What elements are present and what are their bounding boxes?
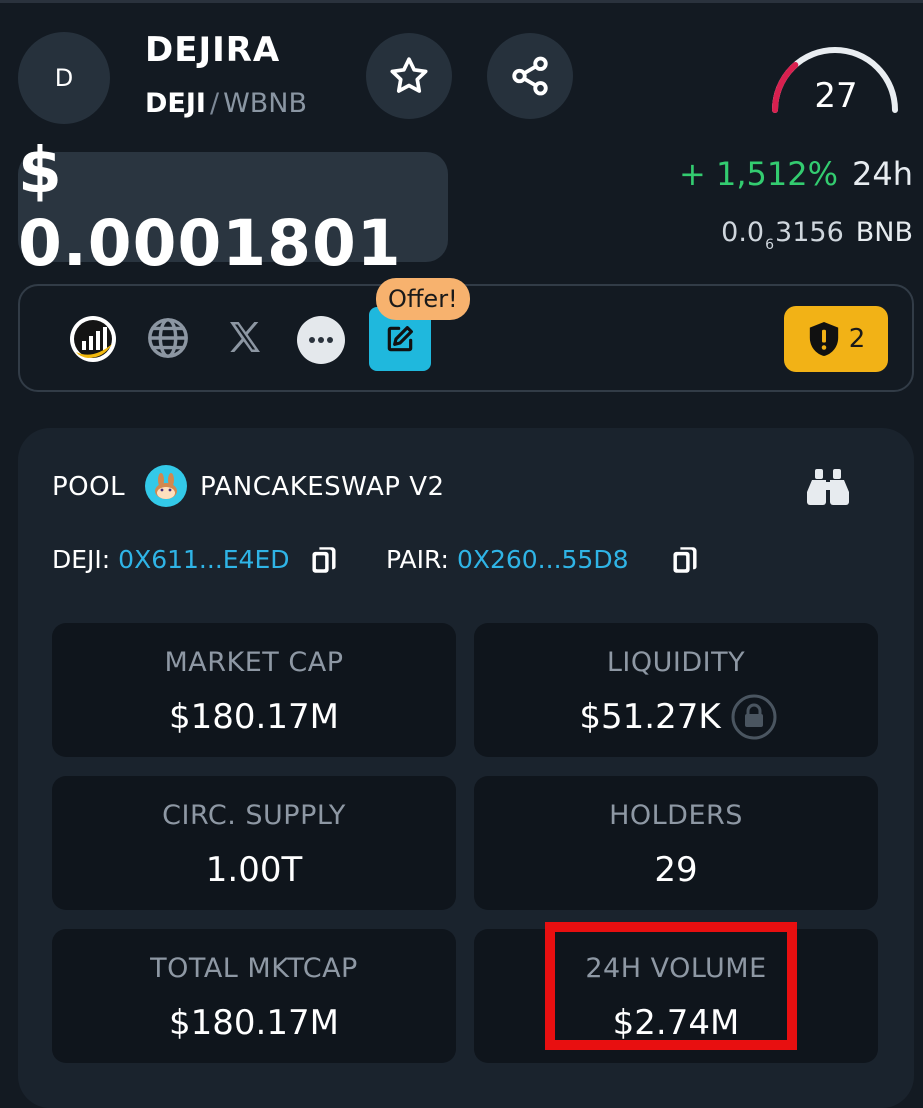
stat-holders: HOLDERS 29 [474,776,878,910]
copy-token-address-button[interactable] [308,543,340,577]
usd-price: $ 0.0001801 [18,134,448,280]
change-period: 24h [852,155,913,193]
stat-liquidity: LIQUIDITY $51.27K [474,623,878,757]
token-name: DEJIRA [145,30,281,70]
bnb-unit: BNB [855,217,913,248]
pair-separator: / [209,88,220,119]
chart-link[interactable] [68,314,118,364]
stat-title: TOTAL MKTCAP [150,953,358,984]
x-link[interactable] [222,314,268,360]
bnb-price-tail: 3156 [775,217,844,248]
pair-address-row: PAIR: 0X260...55D8 [386,545,629,574]
edit-icon [387,326,413,352]
website-link[interactable] [144,314,192,362]
token-address-label: DEJI: [52,545,111,574]
stat-value: $180.17M [169,697,339,737]
globe-icon [148,318,188,358]
token-pair: DEJI / WBNB [145,88,307,119]
shield-alert-icon [809,322,838,356]
stat-title: CIRC. SUPPLY [162,800,346,831]
offer-badge[interactable]: Offer! [376,278,470,320]
token-address-row: DEJI: 0X611...E4ED [52,545,290,574]
bnb-price: 0.063156 BNB [721,217,913,253]
star-icon [390,57,428,93]
more-links-button[interactable] [296,315,346,365]
stat-title: MARKET CAP [164,647,344,678]
more-icon [297,316,345,364]
share-button[interactable] [487,33,573,119]
token-symbol: DEJI [145,88,206,119]
change-percent: + 1,512% [679,155,838,193]
bunny-icon [155,473,177,499]
stat-value: 29 [654,850,698,890]
explore-button[interactable] [804,462,852,510]
copy-icon [673,547,697,573]
bnb-price-lead: 0.0 [721,217,765,248]
quote-symbol: WBNB [223,88,308,119]
copy-icon [312,547,336,573]
stat-total-mktcap: TOTAL MKTCAP $180.17M [52,929,456,1063]
stat-circ-supply: CIRC. SUPPLY 1.00T [52,776,456,910]
token-avatar: D [18,32,110,124]
share-icon [512,56,548,96]
x-icon [230,322,260,352]
avatar-letter: D [54,64,74,92]
copy-pair-address-button[interactable] [669,543,701,577]
price-change: + 1,512% 24h [679,155,913,193]
dex-name: PANCAKESWAP V2 [200,472,445,502]
pool-label: POOL [52,472,126,502]
lock-icon[interactable] [730,693,778,741]
pair-address-link[interactable]: 0X260...55D8 [457,545,629,574]
pancakeswap-logo-icon [145,465,187,507]
score-value: 27 [814,76,858,116]
favorite-button[interactable] [366,33,452,119]
security-warnings-button[interactable]: 2 [784,306,888,372]
warning-count: 2 [848,324,866,354]
binoculars-icon [807,469,849,505]
stat-value: 1.00T [205,850,303,890]
bnb-zero-count: 6 [765,237,775,253]
stat-market-cap: MARKET CAP $180.17M [52,623,456,757]
stat-title: HOLDERS [609,800,743,831]
top-divider [0,0,923,3]
pair-address-label: PAIR: [386,545,449,574]
token-address-link[interactable]: 0X611...E4ED [118,545,289,574]
stat-title: LIQUIDITY [606,647,746,678]
volume-highlight-box [545,922,797,1050]
chart-logo-icon [70,316,116,362]
stat-value: $180.17M [169,1003,339,1043]
